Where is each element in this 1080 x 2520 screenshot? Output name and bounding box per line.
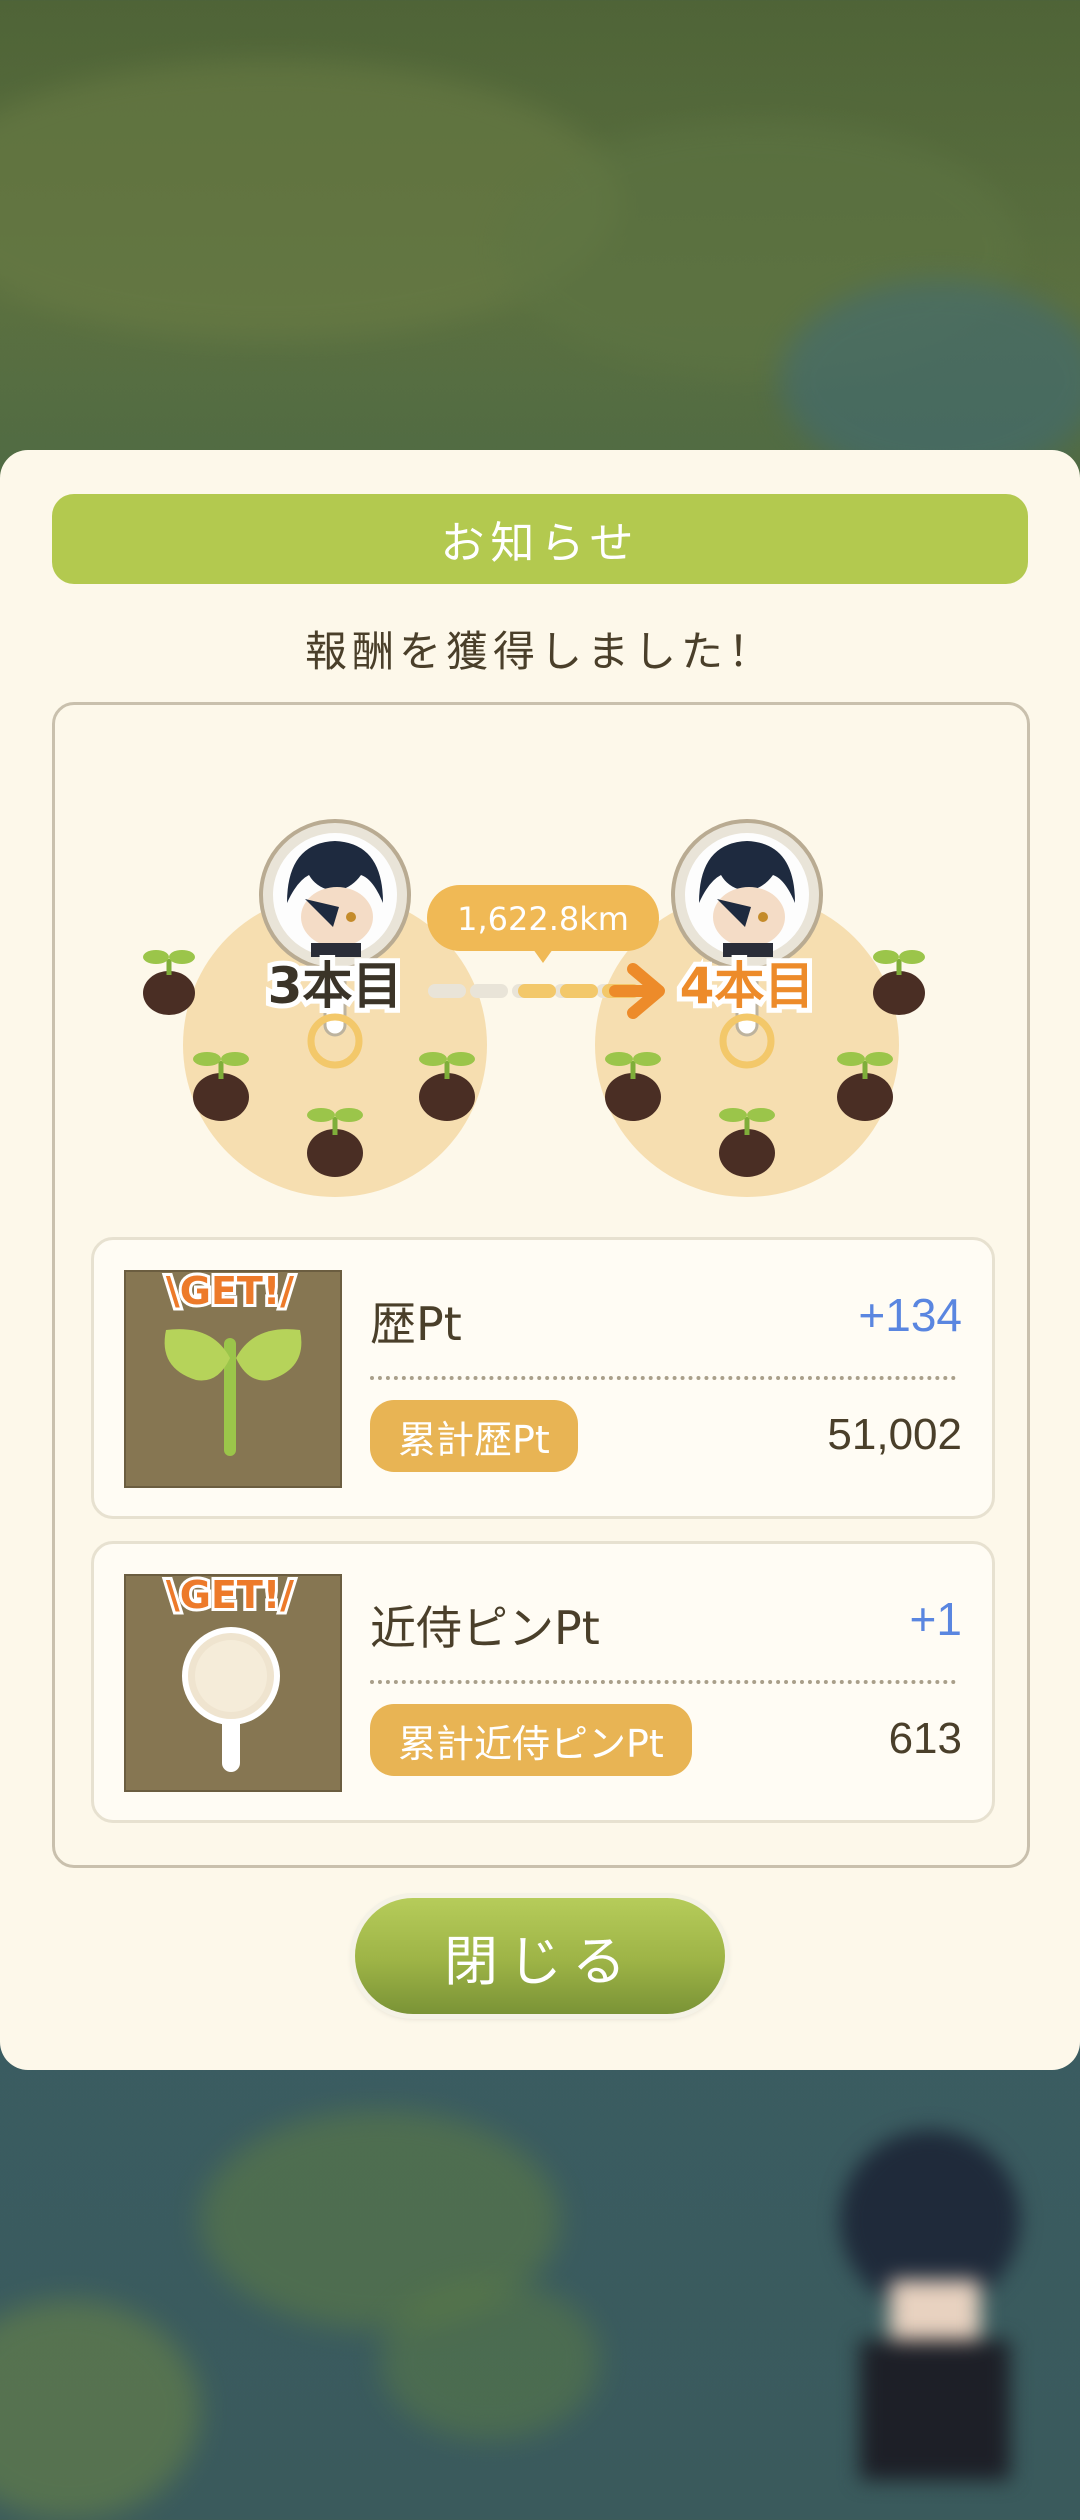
reward-gained: +1 (909, 1593, 962, 1645)
reward-message: 報酬を獲得しました！ (304, 627, 775, 676)
get-badge: \GET!/ (166, 1272, 294, 1313)
distance-text: 1,622.8km (457, 900, 629, 938)
total-label-badge: 累計近侍ピンPt (370, 1704, 692, 1776)
get-badge: \GET!/ (166, 1576, 294, 1617)
sprout-icon (307, 1108, 363, 1177)
notice-dialog: お知らせ 報酬を獲得しました！ 1,622.8km 3本目 4本目 \GET!/… (0, 450, 1080, 2070)
sprout-icon (143, 950, 195, 1015)
reward-content: 1,622.8km 3本目 4本目 \GET!/ 歴Pt +134 累計歴Pt (52, 702, 1030, 1868)
character-sprite (840, 2130, 1020, 2480)
dialog-title: お知らせ (52, 494, 1028, 584)
reward-thumbnail: \GET!/ (124, 1270, 342, 1488)
reward-card-kinji-pin-pt: \GET!/ 近侍ピンPt +1 累計近侍ピンPt 613 (91, 1541, 995, 1823)
divider (370, 1680, 956, 1684)
reward-card-reki-pt: \GET!/ 歴Pt +134 累計歴Pt 51,002 (91, 1237, 995, 1519)
total-value: 613 (888, 1714, 962, 1763)
close-button[interactable]: 閉じる (355, 1898, 725, 2014)
distance-bubble: 1,622.8km (427, 885, 659, 963)
divider (370, 1376, 956, 1380)
sprout-icon (605, 1052, 661, 1121)
sprout-icon (193, 1052, 249, 1121)
reward-gained: +134 (858, 1289, 962, 1341)
total-label-badge: 累計歴Pt (370, 1400, 578, 1472)
sprout-icon (837, 1052, 893, 1121)
total-value: 51,002 (827, 1410, 962, 1459)
sprout-icon: \GET!/ (163, 1272, 302, 1456)
sprout-icon (719, 1108, 775, 1177)
route-progress: 1,622.8km 3本目 4本目 (143, 819, 925, 1197)
reward-name: 歴Pt (370, 1297, 462, 1351)
sprout-icon (873, 950, 925, 1015)
pin-icon: \GET!/ (163, 1576, 297, 1772)
reward-name: 近侍ピンPt (370, 1601, 600, 1655)
route-from-label: 3本目 (268, 957, 403, 1015)
route-to-label: 4本目 (680, 957, 815, 1015)
reward-thumbnail: \GET!/ (124, 1574, 342, 1792)
sprout-icon (419, 1052, 475, 1121)
